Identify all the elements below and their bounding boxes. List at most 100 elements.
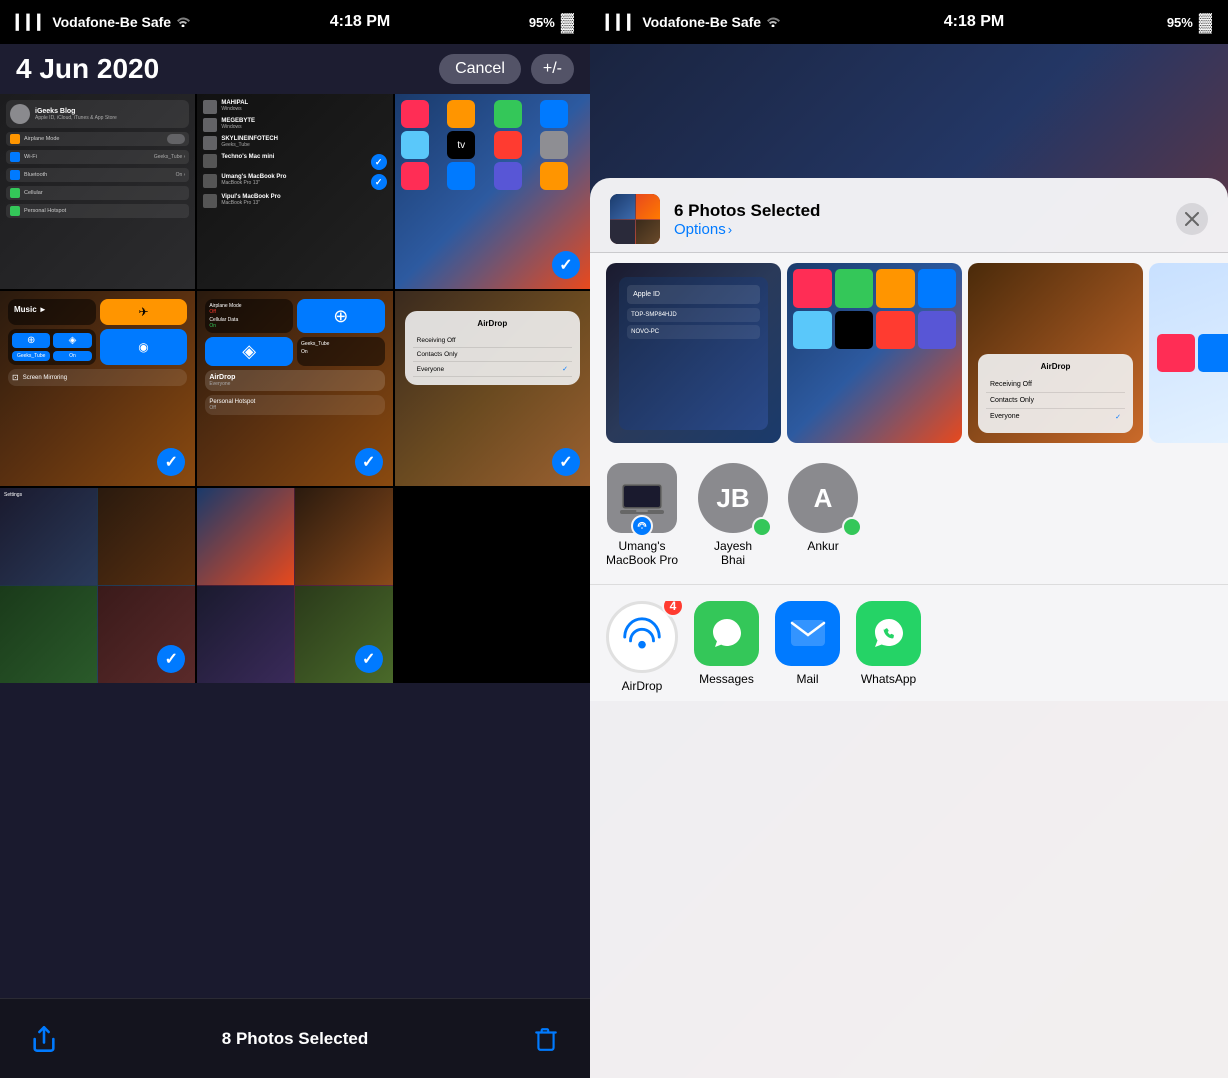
cc-screen-label: Screen Mirroring	[23, 375, 67, 381]
messages-app-icon	[694, 601, 759, 666]
trash-button[interactable]	[526, 1019, 566, 1059]
cc-toggles: ⊕ ◈ Geeks_Tube On	[8, 329, 96, 365]
mini-app-2	[447, 100, 475, 128]
photos-count-label: 8 Photos Selected	[222, 1029, 368, 1049]
mini-device-row-4: Techno's Mac mini ✓	[203, 154, 386, 170]
photo-thumb-6[interactable]: AirDrop Receiving Off Contacts Only Ever…	[395, 291, 590, 486]
homescreen-thumbnail: tv	[395, 94, 590, 196]
cc2-hotspot-row: Personal Hotspot Off	[205, 395, 384, 415]
cc-screen-icon: ⊡	[12, 373, 19, 382]
photo-thumb-8[interactable]: ✓	[197, 488, 392, 683]
cancel-button[interactable]: Cancel	[439, 54, 521, 84]
jayesh-name: JayeshBhai	[714, 539, 752, 568]
mini-profile-sub: Apple ID, iCloud, iTunes & App Store	[35, 115, 117, 121]
mini-wifi-icon	[10, 152, 20, 162]
settings-thumbnail-1: iGeeks Blog Apple ID, iCloud, iTunes & A…	[0, 94, 195, 228]
photo-thumb-4[interactable]: Music ► ✈ ⊕ ◈ Geeks_Tube On ◉ ⊡	[0, 291, 195, 486]
ankur-online-indicator	[842, 517, 862, 537]
mini-device-name-4: Techno's Mac mini	[221, 154, 274, 160]
left-battery-label: 95%	[529, 15, 555, 30]
app-messages-item[interactable]: Messages	[694, 601, 759, 693]
pi2-icon5	[793, 311, 832, 350]
mini-device-sub-2: Windows	[221, 124, 255, 130]
pi-1-row1: Apple ID	[627, 285, 760, 304]
mini-device-icon-4	[203, 154, 217, 168]
person-ankur[interactable]: A Ankur	[788, 463, 858, 568]
mini-hotspot-icon	[10, 206, 20, 216]
left-top-action-bar: 4 Jun 2020 Cancel +/-	[0, 44, 590, 94]
photo-thumb-5[interactable]: Airplane Mode Off Cellular Data On ⊕ ◈ G…	[197, 291, 392, 486]
mail-label: Mail	[796, 672, 818, 686]
left-bottom-bar: 8 Photos Selected	[0, 998, 590, 1078]
options-row[interactable]: Options ›	[674, 221, 1162, 238]
airdrop-icon-wrap: 4	[606, 601, 678, 673]
person-umang[interactable]: Umang'sMacBook Pro	[606, 463, 678, 568]
options-chevron-icon: ›	[728, 222, 732, 237]
photo-thumb-2[interactable]: MAHIPAL Windows MEGEBYTE Windows SKYLINE…	[197, 94, 392, 289]
mini-app-12	[540, 162, 568, 190]
date-title: 4 Jun 2020	[16, 53, 159, 85]
photo-thumb-7[interactable]: Settings ✓	[0, 488, 195, 683]
mini-app-8	[540, 131, 568, 159]
photo-thumb-1[interactable]: iGeeks Blog Apple ID, iCloud, iTunes & A…	[0, 94, 195, 289]
cc-wifi: ⊕	[12, 333, 50, 348]
share-thumb-preview	[610, 194, 660, 244]
preview-q4	[636, 220, 661, 245]
mini-device-icon-2	[203, 118, 217, 132]
cc2-wifi-icon: ⊕	[333, 306, 348, 327]
cc2-cell: Airplane Mode Off Cellular Data On	[205, 299, 293, 333]
app-whatsapp-item[interactable]: WhatsApp	[856, 601, 921, 693]
mini-check-5: ✓	[371, 174, 387, 190]
mini-device-row-3: SKYLINEINFOTECH Geeks_Tube	[203, 136, 386, 150]
app-airdrop-item[interactable]: 4 AirDrop	[606, 601, 678, 693]
pi-3-content: AirDrop Receiving Off Contacts Only Ever…	[968, 263, 1143, 443]
share-button-left[interactable]	[24, 1019, 64, 1059]
people-row-container: Umang'sMacBook Pro JB JayeshBhai A	[590, 453, 1228, 585]
mini-app-11	[494, 162, 522, 190]
close-button[interactable]	[1176, 203, 1208, 235]
mini-app-4	[540, 100, 568, 128]
preview-q3	[610, 220, 635, 245]
pi-1-row2: TOP-SMP84HJD	[627, 308, 760, 322]
cc2-geeks: Geeks_Tube	[301, 341, 381, 347]
mini-cell-icon	[10, 188, 20, 198]
pi2-icon2	[835, 269, 874, 308]
cc2-airdrop-val: Everyone	[209, 381, 380, 387]
pi-3-contacts: Contacts Only	[986, 393, 1125, 409]
pi2-icon4	[918, 269, 957, 308]
preview-image-2	[787, 263, 962, 443]
mini-app-3	[494, 100, 522, 128]
check-4: ✓	[157, 448, 185, 476]
mini-device-icon-6	[203, 194, 217, 208]
cc2-wifi-btn: ⊕	[297, 299, 385, 333]
preview-q1	[610, 194, 635, 219]
pi-3-menu: AirDrop Receiving Off Contacts Only Ever…	[978, 354, 1133, 433]
mini-wifi-label: Wi-Fi	[24, 154, 37, 160]
preview-strip[interactable]: Apple ID TOP-SMP84HJD NOVO-PC	[590, 253, 1228, 453]
person-jayesh[interactable]: JB JayeshBhai	[698, 463, 768, 568]
photo-thumb-3[interactable]: tv ✓	[395, 94, 590, 289]
cc-airdrop-icon: ◉	[138, 340, 148, 354]
umang-airdrop-indicator	[631, 515, 653, 537]
pi-2-icons	[793, 269, 956, 349]
mixed-2-q2	[295, 488, 392, 585]
app-mail-item[interactable]: Mail	[775, 601, 840, 693]
cc2-label-1-val: Off	[209, 309, 289, 315]
mixed-2-q1	[197, 488, 294, 585]
whatsapp-label: WhatsApp	[861, 672, 916, 686]
mini-device-row: MAHIPAL Windows	[203, 100, 386, 114]
preview-image-4	[1149, 263, 1228, 443]
mixed-1-q3	[0, 586, 97, 683]
left-time-label: 4:18 PM	[330, 13, 390, 31]
top-actions-group: Cancel +/-	[439, 54, 574, 84]
mini-device-sub-6: MacBook Pro 13"	[221, 200, 280, 206]
options-label[interactable]: Options	[674, 221, 726, 238]
check-8: ✓	[355, 645, 383, 673]
cc2-airdrop-row: AirDrop Everyone	[205, 370, 384, 391]
mini-airdrop-title: AirDrop	[413, 319, 572, 328]
left-panel: ▎▎▎ Vodafone-Be Safe 4:18 PM 95% ▓ 4 Jun…	[0, 0, 590, 1078]
plus-minus-button[interactable]: +/-	[531, 54, 574, 84]
control-center-thumb-1: Music ► ✈ ⊕ ◈ Geeks_Tube On ◉ ⊡	[0, 291, 195, 394]
cc2-grid: Airplane Mode Off Cellular Data On ⊕ ◈ G…	[205, 299, 384, 366]
umang-avatar-wrap	[607, 463, 677, 533]
